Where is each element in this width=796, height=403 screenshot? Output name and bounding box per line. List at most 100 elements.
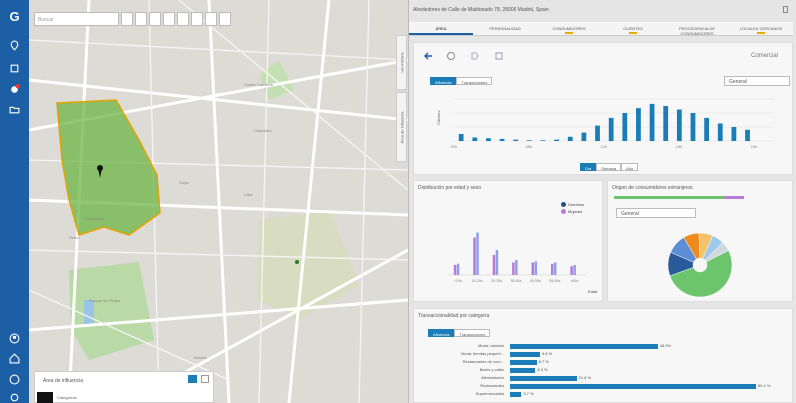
help-icon[interactable] [9,374,20,385]
x-tick-label: 24h [751,144,758,149]
chart1-dropdown[interactable]: General [724,76,790,86]
category-label: Supermercados [475,391,504,396]
menu-icon[interactable] [201,375,209,383]
seg-semana[interactable]: Semana [596,163,622,171]
account-icon[interactable] [9,333,20,344]
legend-dot-hombres [561,202,566,207]
x-tick-label: 12h [601,144,608,149]
chart1-metric-toggle: Afluencia Transacciones [430,77,493,85]
chart1-dropdown-value: General [729,79,747,85]
bar [573,265,576,275]
x-tick-label: 18h [676,144,683,149]
tab-indicator [757,32,765,34]
infobox-subtitle: Categorías [57,395,77,400]
cursor-icon[interactable] [135,12,147,26]
back-arrow-icon[interactable] [424,51,434,61]
bar [745,129,750,141]
panel-tab[interactable]: CONSUMIDORES [537,22,601,35]
category-label: Moda: tiendas pequeñ... [461,351,504,356]
bar [622,113,628,141]
panel-tabs: ÁREA PERSONALIDAD CONSUMIDORES CLIENTES PROC… [409,22,793,36]
notification-icon[interactable] [9,84,20,95]
lake [84,300,94,325]
map-label: Atocha [194,355,207,360]
side-tab-influence[interactable]: Área de influencia [396,92,407,162]
category-value: 3.7 % [523,391,534,396]
panel-tab-label: PROCEDENCIA DE CONSUMIDORES [679,26,715,36]
bar [608,117,614,141]
bar [553,262,557,275]
side-tab-report[interactable]: Ver informe [396,35,407,90]
panel-tab[interactable]: PERSONALIDAD [473,22,537,35]
x-tick-label: 25-35a [491,279,502,283]
category-value: 8.7 % [538,359,549,364]
chart3-dropdown[interactable]: General [616,208,696,218]
x-tick-label: 00h [451,144,458,149]
panel-tab[interactable]: PROCEDENCIA DE CONSUMIDORES [665,22,729,36]
bar [476,232,479,275]
bar [473,237,476,275]
analytics-panel: Alrededores de Calle de Maldonado 78, 28… [408,0,796,403]
category-bar[interactable] [510,344,658,349]
category-value: 80.4 % [757,383,771,388]
tag-icon[interactable] [470,51,480,61]
ruler-icon[interactable] [163,12,175,26]
bar [595,125,600,141]
seg-ano[interactable]: Año [621,163,639,171]
origin-progress-bar [614,196,744,199]
infobox-title: Área de influencia [43,378,84,384]
bar [492,255,496,275]
folder-icon[interactable] [9,104,20,115]
seg-afluencia[interactable]: Afluencia [428,329,455,337]
age-bar-chart: <18a 18-25a 25-35a 35-45a 45-55a 55-65a >65a [448,232,586,283]
plus-icon[interactable] [149,12,161,26]
category-bar[interactable] [510,368,536,373]
influence-area-box: Área de influencia Categorías [34,371,214,403]
target-icon[interactable] [446,51,456,61]
category-bar[interactable] [510,376,577,381]
tab-indicator [565,32,573,34]
panel-tab-label: LOCALES CERCANOS [739,26,783,31]
map-view[interactable]: Buscar Cuatro Caminos Chamberí Salamanca… [29,0,408,403]
settings-icon[interactable] [9,392,20,403]
category-bar[interactable] [510,392,522,397]
panel-tab[interactable]: CLIENTES [601,22,665,35]
category-bar[interactable] [510,360,537,365]
category-bar[interactable] [510,384,756,389]
map-search-input[interactable]: Buscar [34,12,119,26]
seg-dia[interactable]: Día [580,163,597,171]
bar [567,136,573,141]
infobox-toggle-icon[interactable] [188,375,197,383]
bar [512,262,515,275]
legend-dot-mujeres [561,209,566,214]
expand-icon[interactable] [219,12,231,26]
category-bar[interactable] [510,352,540,357]
export-icon[interactable] [783,6,788,13]
search-icon[interactable] [121,12,133,26]
chart2-title: Distribución por edad y sexo [418,185,482,191]
layers-icon[interactable] [9,63,20,74]
y-axis-label: Clientes [436,111,441,125]
panel-tab-label: CLIENTES [623,26,643,31]
address-title: Alrededores de Calle de Maldonado 78, 28… [413,7,549,13]
home-icon[interactable] [9,353,20,364]
legend-mujeres: Mujeres [568,209,583,214]
bar [513,139,519,141]
category-value: 48.3% [659,343,672,348]
seg-transacciones[interactable]: Transacciones [454,329,491,337]
bar [534,261,538,275]
grid-icon[interactable] [494,51,504,61]
seg-afluencia[interactable]: Afluencia [430,77,457,85]
map-label: Lista [244,192,253,197]
panel-tab[interactable]: LOCALES CERCANOS [729,22,793,35]
panel-tab[interactable]: ÁREA [409,22,473,35]
seg-transacciones[interactable]: Transacciones [456,77,493,85]
pencil-icon[interactable] [205,12,217,26]
share-icon[interactable] [191,12,203,26]
bar [486,138,491,141]
bar [453,265,457,275]
chart3-title: Origen de consumidores extranjeros [612,185,693,191]
print-icon[interactable] [177,12,189,26]
map-label: Cuatro Caminos [244,82,273,87]
location-pin-icon[interactable] [9,40,20,51]
